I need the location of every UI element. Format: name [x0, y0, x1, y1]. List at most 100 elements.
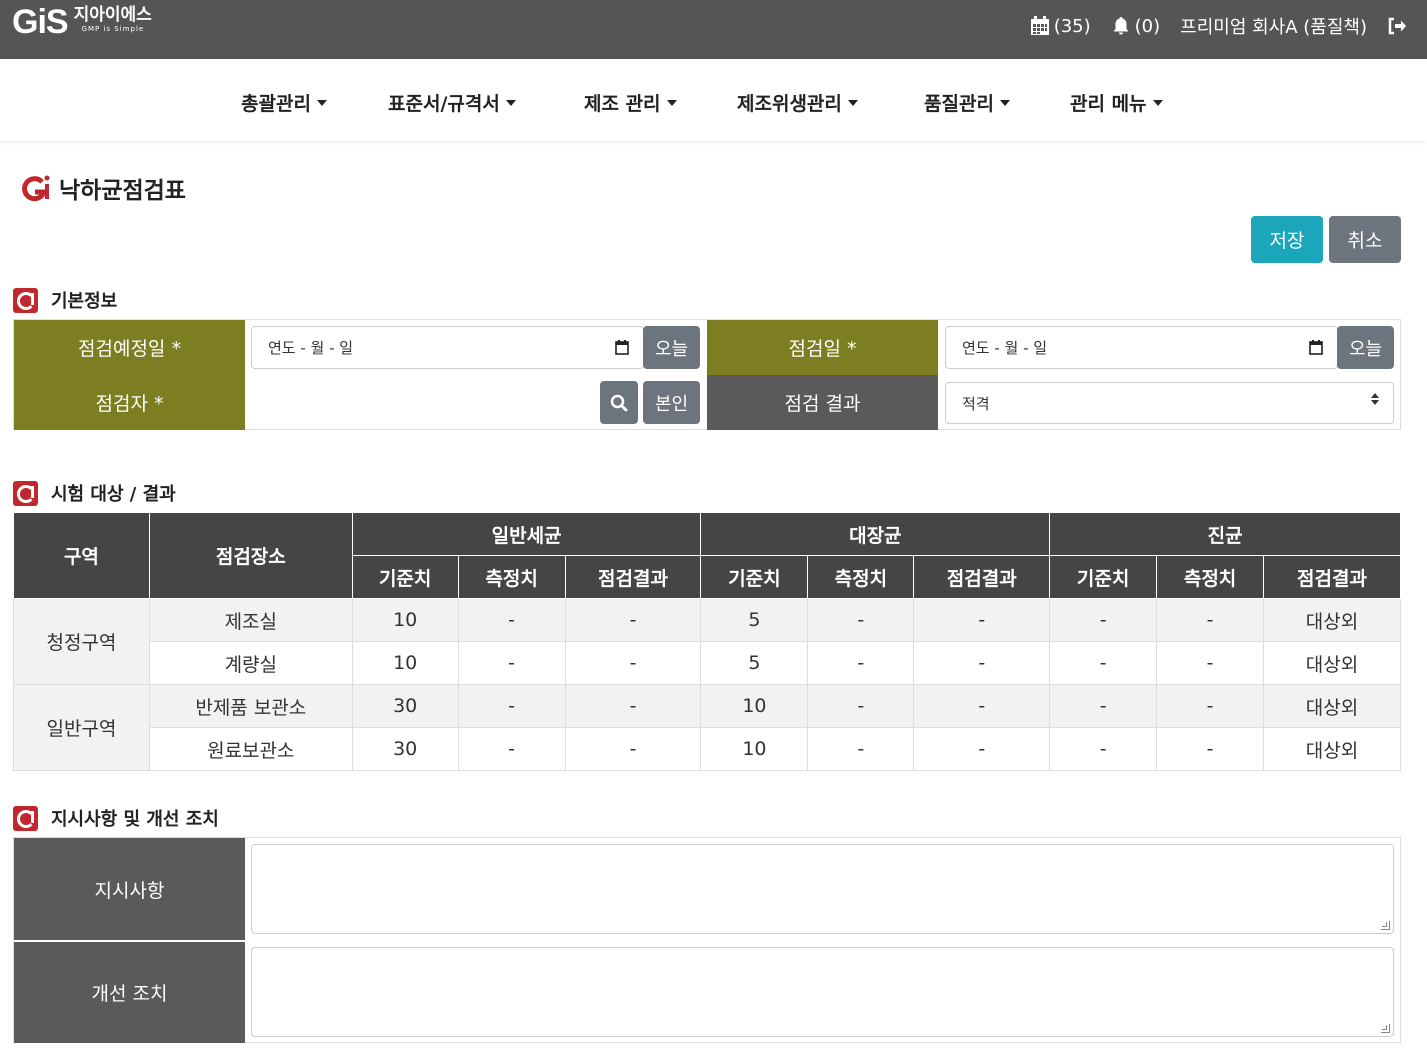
user-name[interactable]: 프리미엄 회사A (품질책)	[1180, 13, 1367, 39]
search-icon	[610, 394, 628, 411]
resize-grip-icon[interactable]	[1381, 1024, 1390, 1033]
instruction-label: 지시사항	[14, 838, 245, 940]
value-cell: 5	[700, 598, 809, 642]
calendar-link[interactable]: (35)	[1030, 16, 1091, 37]
place-cell: 원료보관소	[148, 727, 353, 771]
header-measured: 측정치	[457, 555, 566, 599]
nav-hygiene[interactable]: 제조위생관리	[737, 89, 858, 116]
caret-down-icon	[666, 99, 677, 106]
gis-logo-icon	[13, 805, 38, 831]
logout-button[interactable]	[1387, 17, 1411, 35]
basic-info-heading: 기본정보	[13, 287, 117, 313]
calendar-icon[interactable]	[615, 339, 629, 355]
header-result: 점검결과	[1263, 555, 1401, 599]
instructions-heading: 지시사항 및 개선 조치	[13, 805, 219, 831]
value-cell: 5	[700, 641, 809, 685]
notification-count: (0)	[1134, 15, 1161, 37]
inspection-date-label: 점검일 *	[707, 320, 938, 375]
bell-icon	[1113, 17, 1129, 35]
value-cell: 대상외	[1263, 684, 1401, 728]
value-cell: -	[564, 727, 702, 771]
gis-logo-icon	[13, 287, 38, 313]
logo-tagline: GMP is Simple	[81, 25, 145, 33]
header-standard: 기준치	[1049, 555, 1158, 599]
value-cell: -	[807, 598, 915, 642]
header-result: 점검결과	[913, 555, 1051, 599]
instructions-form: 지시사항 개선 조치	[13, 837, 1401, 1043]
inspector-label: 점검자 *	[14, 375, 245, 430]
value-cell: -	[1049, 598, 1158, 642]
inspector-field[interactable]	[251, 381, 601, 424]
top-bar: GiS 지아이에스 GMP is Simple (35) (0) 프리미엄 회사…	[0, 0, 1427, 59]
page-title: 낙하균점검표	[20, 171, 186, 205]
nav-general-management[interactable]: 총괄관리	[241, 89, 327, 116]
value-cell: -	[1156, 598, 1265, 642]
table-row: 원료보관소 30 - - 10 - - - - 대상외	[14, 727, 1401, 771]
value-cell: -	[1156, 641, 1265, 685]
value-cell: -	[807, 641, 915, 685]
value-cell: -	[1049, 727, 1158, 771]
place-cell: 계량실	[148, 641, 353, 685]
results-table: 구역 점검장소 일반세균 대장균 진균 기준치 측정치 점검결과 기준치 측정치…	[13, 512, 1401, 771]
caret-down-icon	[505, 99, 516, 106]
value-cell: -	[1156, 727, 1265, 771]
scheduled-date-today-button[interactable]: 오늘	[643, 326, 700, 369]
value-cell: 대상외	[1263, 598, 1401, 642]
value-cell: -	[1049, 641, 1158, 685]
scheduled-date-label: 점검예정일 *	[14, 320, 245, 375]
caret-down-icon	[999, 99, 1010, 106]
improvement-label: 개선 조치	[14, 941, 245, 1043]
area-cell: 청정구역	[13, 598, 150, 685]
value-cell: -	[913, 641, 1051, 685]
header-fungi: 진균	[1049, 512, 1401, 556]
header-result: 점검결과	[564, 555, 702, 599]
value-cell: 10	[351, 641, 459, 685]
cancel-button[interactable]: 취소	[1329, 216, 1401, 263]
value-cell: 10	[700, 727, 809, 771]
logo[interactable]: GiS 지아이에스 GMP is Simple	[12, 5, 152, 39]
calendar-icon[interactable]	[1309, 339, 1323, 355]
header-area: 구역	[13, 512, 150, 599]
notification-link[interactable]: (0)	[1111, 15, 1161, 37]
inspector-search-button[interactable]	[600, 381, 638, 424]
value-cell: -	[457, 641, 566, 685]
main-nav: 총괄관리 표준서/규격서 제조 관리 제조위생관리 품질관리 관리 메뉴	[0, 59, 1427, 141]
value-cell: -	[564, 598, 702, 642]
header-standard: 기준치	[700, 555, 809, 599]
caret-down-icon	[847, 99, 858, 106]
self-button[interactable]: 본인	[643, 381, 700, 424]
calendar-count: (35)	[1053, 15, 1091, 37]
inspection-date-today-button[interactable]: 오늘	[1337, 326, 1394, 369]
nav-quality[interactable]: 품질관리	[924, 89, 1010, 116]
save-button[interactable]: 저장	[1251, 216, 1323, 263]
value-cell: 30	[351, 684, 459, 728]
nav-standards[interactable]: 표준서/규격서	[388, 89, 516, 116]
nav-admin[interactable]: 관리 메뉴	[1070, 89, 1163, 116]
result-select[interactable]: 적격	[945, 382, 1394, 424]
value-cell: 30	[351, 727, 459, 771]
place-cell: 제조실	[148, 598, 353, 642]
table-row: 청정구역 제조실 10 - - 5 - - - - 대상외	[13, 598, 1401, 685]
resize-grip-icon[interactable]	[1381, 921, 1390, 930]
value-cell: -	[1049, 684, 1158, 728]
logout-icon	[1388, 17, 1406, 35]
calendar-icon	[1030, 16, 1049, 35]
value-cell: -	[807, 727, 915, 771]
value-cell: 10	[700, 684, 809, 728]
value-cell: -	[564, 684, 702, 728]
value-cell: -	[807, 684, 915, 728]
value-cell: 대상외	[1263, 727, 1401, 771]
improvement-textarea[interactable]	[251, 947, 1394, 1037]
table-row: 일반구역 반제품 보관소 30 - - 10 - - - - 대상외	[13, 684, 1401, 771]
caret-down-icon	[1152, 99, 1163, 106]
result-label: 점검 결과	[707, 375, 938, 430]
header-measured: 측정치	[1156, 555, 1265, 599]
instruction-textarea[interactable]	[251, 844, 1394, 934]
header-standard: 기준치	[351, 555, 459, 599]
scheduled-date-input[interactable]: 연도 - 월 - 일	[251, 326, 644, 369]
header-measured: 측정치	[807, 555, 915, 599]
inspection-date-input[interactable]: 연도 - 월 - 일	[945, 326, 1338, 369]
value-cell: -	[457, 684, 566, 728]
caret-down-icon	[316, 99, 327, 106]
nav-manufacturing[interactable]: 제조 관리	[584, 89, 677, 116]
